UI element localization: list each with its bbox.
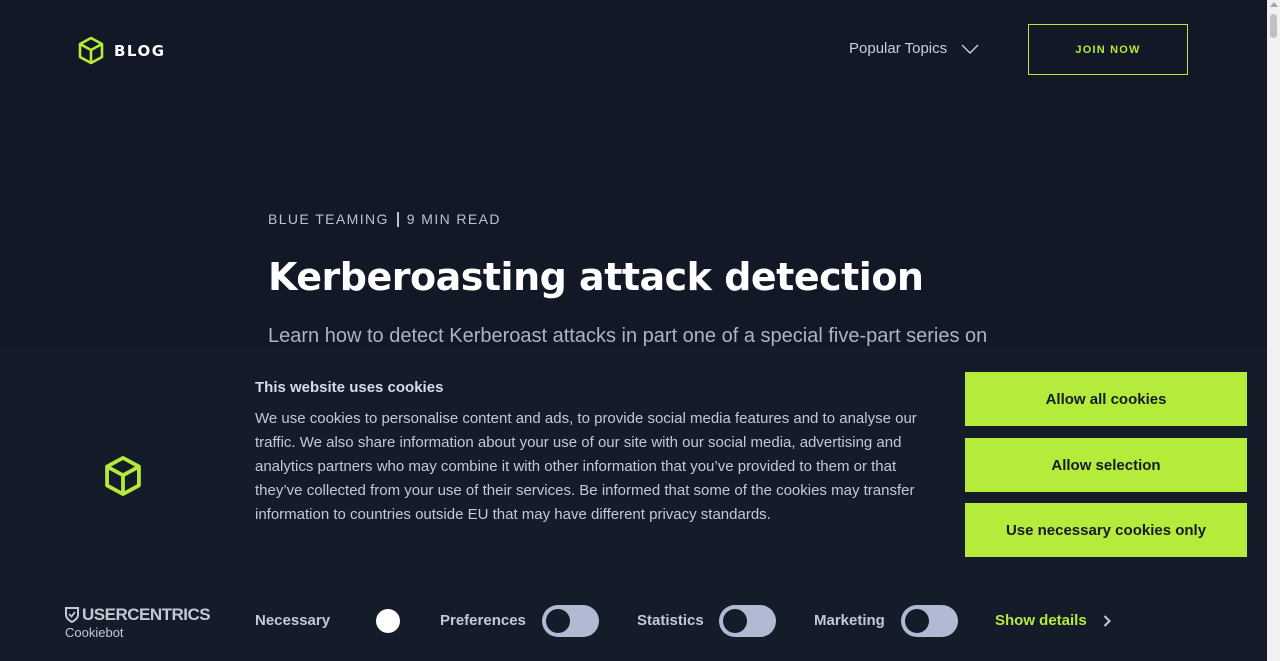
usercentrics-cookiebot-logo[interactable]: USERCENTRICS Cookiebot	[65, 605, 211, 640]
chevron-down-icon	[961, 44, 979, 54]
cookie-banner-text: We use cookies to personalise content an…	[255, 410, 917, 523]
marketing-toggle[interactable]	[901, 605, 958, 637]
chevron-right-icon	[1103, 614, 1111, 627]
toggle-knob	[546, 609, 570, 633]
blog-logo[interactable]: BLOG	[78, 36, 166, 65]
shield-check-icon	[65, 607, 79, 623]
show-details-link[interactable]: Show details	[995, 612, 1111, 629]
statistics-label: Statistics	[637, 612, 704, 629]
meta-divider	[396, 211, 399, 227]
scroll-up-arrow-icon[interactable]	[1270, 2, 1278, 7]
site-header: BLOG Popular Topics JOIN NOW	[0, 0, 1280, 100]
join-now-button[interactable]: JOIN NOW	[1028, 24, 1188, 75]
toggle-knob	[905, 609, 929, 633]
article-read-time: 9 MIN READ	[406, 211, 501, 227]
popular-topics-label: Popular Topics	[849, 40, 948, 57]
statistics-toggle[interactable]	[719, 605, 776, 637]
necessary-label: Necessary	[255, 612, 331, 629]
cookie-banner-title: This website uses cookies	[255, 379, 444, 396]
article-lead: Learn how to detect Kerberoast attacks i…	[268, 325, 988, 347]
cube-logo-icon	[105, 456, 141, 496]
necessary-toggle	[376, 609, 400, 633]
popular-topics-dropdown[interactable]: Popular Topics	[849, 40, 979, 57]
show-details-label: Show details	[995, 612, 1087, 629]
cookiebot-brand: Cookiebot	[65, 625, 124, 640]
article-category[interactable]: BLUE TEAMING	[268, 211, 389, 227]
allow-all-cookies-button[interactable]: Allow all cookies	[965, 372, 1247, 426]
cookie-banner: This website uses cookies We use cookies…	[0, 346, 1267, 661]
necessary-cookies-only-button[interactable]: Use necessary cookies only	[965, 503, 1247, 557]
scroll-thumb[interactable]	[1270, 14, 1277, 38]
allow-selection-button[interactable]: Allow selection	[965, 438, 1247, 492]
cube-logo-icon	[78, 36, 104, 65]
usercentrics-brand: USERCENTRICS	[82, 605, 211, 624]
article-title: Kerberoasting attack detection	[268, 255, 924, 299]
marketing-label: Marketing	[814, 612, 885, 629]
preferences-label: Preferences	[440, 612, 526, 629]
logo-text: BLOG	[114, 41, 166, 60]
page-scrollbar[interactable]	[1267, 0, 1280, 661]
article-meta: BLUE TEAMING 9 MIN READ	[268, 211, 501, 227]
toggle-knob	[723, 609, 747, 633]
preferences-toggle[interactable]	[542, 605, 599, 637]
